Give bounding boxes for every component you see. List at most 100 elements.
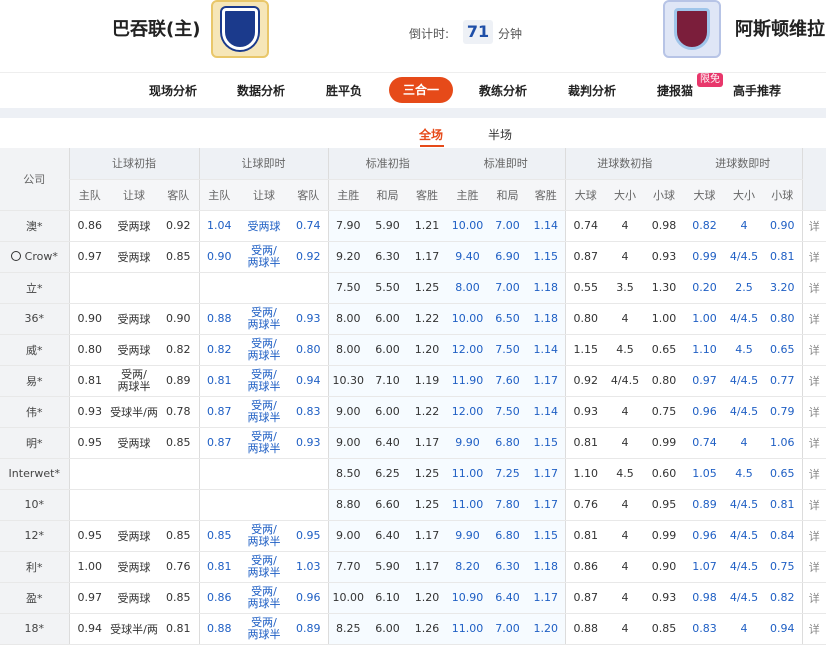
- away-odds: 0.89: [158, 365, 199, 397]
- countdown-value: 71: [463, 20, 493, 44]
- tab-full-time[interactable]: 全场: [419, 126, 443, 143]
- detail-link[interactable]: 详: [801, 272, 826, 304]
- company-name[interactable]: 利*: [0, 551, 69, 583]
- handicap-line: 受球半/两: [110, 613, 158, 645]
- detail-link[interactable]: 详: [801, 520, 826, 552]
- away-odds: [158, 458, 199, 490]
- draw-odds-live: 6.90: [488, 241, 528, 273]
- goal-line: 4: [606, 427, 645, 459]
- goal-line-live: 4.5: [725, 458, 764, 490]
- away-win-odds: 1.25: [407, 458, 448, 490]
- away-win-odds-live: 1.18: [527, 551, 566, 583]
- away-odds: 0.85: [158, 427, 199, 459]
- soccer-ball-icon: [10, 251, 21, 261]
- company-name[interactable]: 立*: [0, 272, 69, 304]
- over-odds: 0.74: [564, 210, 607, 242]
- company-name[interactable]: 易*: [0, 365, 69, 397]
- col-over: 大球: [684, 179, 726, 211]
- table-row[interactable]: 明* 0.95 受两球 0.85 0.87 受两/两球半 0.93 9.00 6.40 1.17 9…: [0, 427, 826, 459]
- table-row[interactable]: 10* 8.80 6.60 1.25 11.00 7.80 1.17 0.76 4 0.95 0.8…: [0, 489, 826, 521]
- goal-line-live: 4/4.5: [725, 241, 764, 273]
- company-name[interactable]: 明*: [0, 427, 69, 459]
- away-win-odds-live: 1.17: [527, 458, 566, 490]
- company-name[interactable]: 10*: [0, 489, 69, 521]
- company-name[interactable]: 澳*: [0, 210, 69, 242]
- table-row[interactable]: 36* 0.90 受两球 0.90 0.88 受两/两球半 0.93 8.00 6.00 1.22…: [0, 303, 826, 335]
- under-odds: 0.65: [644, 334, 685, 366]
- col-home-win: 主胜: [327, 179, 368, 211]
- table-row[interactable]: 伟* 0.93 受球半/两 0.78 0.87 受两/两球半 0.83 9.00 6.00 1.2…: [0, 396, 826, 428]
- away-odds: 0.85: [158, 582, 199, 614]
- company-name[interactable]: 18*: [0, 613, 69, 645]
- away-win-odds: 1.22: [407, 396, 448, 428]
- table-row[interactable]: 12* 0.95 受两球 0.85 0.85 受两/两球半 0.95 9.00 6.40 1.17…: [0, 520, 826, 552]
- away-win-odds-live: 1.14: [527, 210, 566, 242]
- over-odds-live: 1.10: [684, 334, 726, 366]
- detail-link[interactable]: 详: [801, 210, 826, 242]
- company-label: Crow*: [24, 250, 58, 263]
- company-name[interactable]: 盈*: [0, 582, 69, 614]
- detail-link[interactable]: 详: [801, 489, 826, 521]
- detail-link[interactable]: 详: [801, 582, 826, 614]
- away-team-logo[interactable]: [663, 0, 721, 58]
- draw-odds: 6.00: [368, 396, 407, 428]
- company-name[interactable]: 威*: [0, 334, 69, 366]
- table-row[interactable]: 立* 7.50 5.50 1.25 8.00 7.00 1.18 0.55 3.5 1.30 0.2…: [0, 272, 826, 304]
- nav-tab-live-analysis[interactable]: 现场分析: [149, 82, 197, 99]
- nav-tab-referee-analysis[interactable]: 裁判分析: [568, 82, 616, 99]
- detail-link[interactable]: 详: [801, 551, 826, 583]
- home-odds: 1.00: [68, 551, 110, 583]
- nav-tab-three-in-one[interactable]: 三合一: [389, 77, 454, 103]
- odds-table-body: 澳* 0.86 受两球 0.92 1.04 受两球 0.74 7.90 5.90 1.21 10.0…: [0, 210, 826, 645]
- detail-link[interactable]: 详: [801, 396, 826, 428]
- over-odds: 1.10: [564, 458, 607, 490]
- detail-link[interactable]: 详: [801, 427, 826, 459]
- company-name[interactable]: Interwet*: [0, 458, 69, 490]
- away-team-name[interactable]: 阿斯顿维拉: [735, 15, 825, 41]
- detail-link[interactable]: 详: [801, 334, 826, 366]
- nav-tab-coach-analysis[interactable]: 教练分析: [479, 82, 527, 99]
- tab-half-time[interactable]: 半场: [488, 126, 512, 143]
- over-odds-live: 1.07: [684, 551, 726, 583]
- away-win-odds: 1.20: [407, 582, 448, 614]
- home-team-name[interactable]: 巴吞联(主): [112, 15, 200, 41]
- detail-link[interactable]: 详: [801, 613, 826, 645]
- table-row[interactable]: Interwet* 8.50 6.25 1.25 11.00 7.25 1.17 1.10 4.…: [0, 458, 826, 490]
- table-row[interactable]: 18* 0.94 受球半/两 0.81 0.88 受两/两球半 0.89 8.25 6.00 1.…: [0, 613, 826, 645]
- draw-odds-live: 7.25: [488, 458, 528, 490]
- detail-link[interactable]: 详: [801, 303, 826, 335]
- table-row[interactable]: 威* 0.80 受两球 0.82 0.82 受两/两球半 0.80 8.00 6.00 1.20 1…: [0, 334, 826, 366]
- away-win-odds: 1.17: [407, 241, 448, 273]
- table-row[interactable]: 盈* 0.97 受两球 0.85 0.86 受两/两球半 0.96 10.00 6.10 1.20…: [0, 582, 826, 614]
- handicap-line: 受两球: [110, 551, 158, 583]
- company-name[interactable]: 伟*: [0, 396, 69, 428]
- col-away: 客队: [158, 179, 199, 211]
- nav-tab-data-analysis[interactable]: 数据分析: [237, 82, 285, 99]
- draw-odds: 6.30: [368, 241, 407, 273]
- table-row[interactable]: 利* 1.00 受两球 0.76 0.81 受两/两球半 1.03 7.70 5.90 1.17 8…: [0, 551, 826, 583]
- table-row[interactable]: 澳* 0.86 受两球 0.92 1.04 受两球 0.74 7.90 5.90 1.21 10.0…: [0, 210, 826, 242]
- col-line: 大小: [606, 179, 645, 211]
- company-name[interactable]: 12*: [0, 520, 69, 552]
- draw-odds-live: 7.60: [488, 365, 528, 397]
- away-odds: 0.92: [158, 210, 199, 242]
- col-under: 小球: [644, 179, 685, 211]
- table-row[interactable]: Crow* 0.97 受两球 0.85 0.90 受两/两球半 0.92 9.20 6.30 1.…: [0, 241, 826, 273]
- detail-link[interactable]: 详: [801, 458, 826, 490]
- goal-line-live: 2.5: [725, 272, 764, 304]
- home-team-logo[interactable]: [211, 0, 269, 58]
- over-odds: 0.76: [564, 489, 607, 521]
- nav-tab-1x2[interactable]: 胜平负: [326, 82, 362, 99]
- detail-link[interactable]: 详: [801, 241, 826, 273]
- table-row[interactable]: 易* 0.81 受两/两球半 0.89 0.81 受两/两球半 0.94 10.30 7.10 1…: [0, 365, 826, 397]
- goal-line-live: 4/4.5: [725, 489, 764, 521]
- nav-tab-expert-picks[interactable]: 高手推荐: [733, 82, 781, 99]
- over-odds-live: 0.98: [684, 582, 726, 614]
- draw-odds-live: 6.30: [488, 551, 528, 583]
- nav-tab-jiebao-cat[interactable]: 捷报猫: [657, 82, 693, 99]
- goal-line-live: 4: [725, 427, 764, 459]
- home-odds-live: 0.86: [198, 582, 239, 614]
- company-name[interactable]: Crow*: [0, 241, 69, 273]
- detail-link[interactable]: 详: [801, 365, 826, 397]
- company-name[interactable]: 36*: [0, 303, 69, 335]
